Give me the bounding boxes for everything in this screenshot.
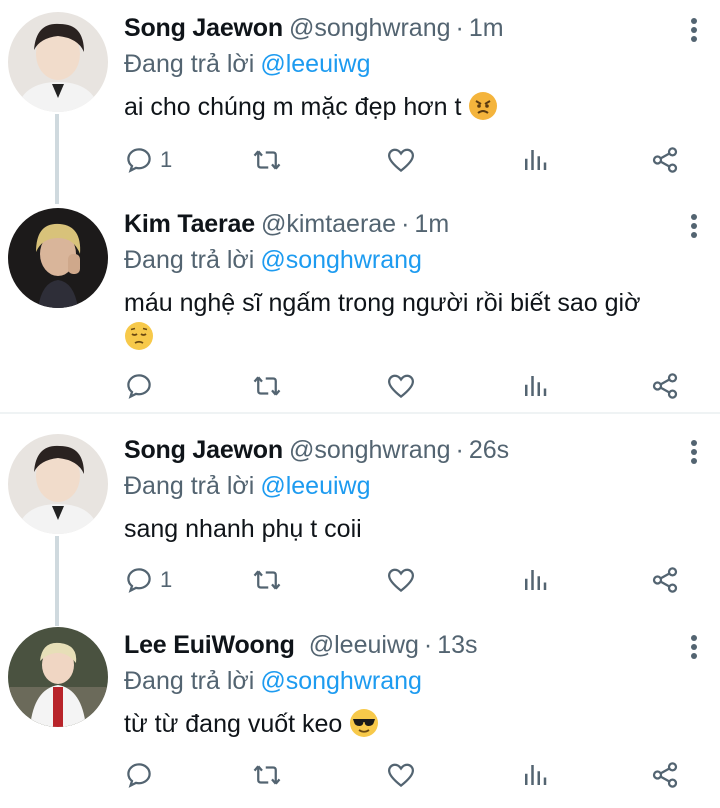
- reply-mention-link[interactable]: @leeuiwg: [260, 472, 370, 500]
- reply-icon: [127, 148, 151, 173]
- reply-button[interactable]: [124, 755, 160, 795]
- timestamp[interactable]: 13s: [437, 631, 477, 659]
- like-button[interactable]: [386, 755, 416, 795]
- reply-mention-link[interactable]: @songhwrang: [260, 667, 422, 695]
- reply-count: 1: [160, 147, 173, 172]
- author-row: Song Jaewon @songhwrang · 26s: [124, 436, 510, 464]
- retweet-icon: [253, 570, 281, 590]
- retweet-icon: [253, 150, 281, 170]
- analytics-icon: [525, 570, 547, 590]
- thread-line: [55, 114, 59, 204]
- analytics-button[interactable]: [520, 755, 550, 795]
- reply-button[interactable]: 1: [124, 560, 172, 600]
- replying-to: Đang trả lời @leeuiwg: [124, 472, 371, 500]
- like-button[interactable]: [386, 366, 416, 406]
- analytics-button[interactable]: [520, 366, 550, 406]
- author-row: Song Jaewon @songhwrang · 1m: [124, 14, 504, 42]
- like-icon: [387, 568, 415, 593]
- share-icon: [652, 373, 678, 399]
- more-options-icon[interactable]: [688, 18, 700, 46]
- retweet-icon: [253, 765, 281, 785]
- reply-icon: [127, 763, 151, 788]
- analytics-icon: [525, 765, 547, 785]
- display-name[interactable]: Song Jaewon: [124, 436, 283, 464]
- like-button[interactable]: [386, 560, 416, 600]
- retweet-button[interactable]: [252, 755, 282, 795]
- author-row: Kim Taerae @kimtaerae · 1m: [124, 210, 450, 238]
- share-icon: [652, 147, 678, 173]
- share-button[interactable]: [650, 560, 680, 600]
- share-icon: [652, 762, 678, 788]
- username[interactable]: @songhwrang: [289, 14, 451, 42]
- timestamp[interactable]: 1m: [414, 210, 449, 238]
- share-icon: [652, 567, 678, 593]
- tweet[interactable]: Song Jaewon @songhwrang · 26s Đang trả lời @…: [0, 422, 720, 626]
- angry-face-icon: [468, 91, 498, 121]
- reply-icon: [127, 374, 151, 399]
- avatar[interactable]: [8, 434, 108, 534]
- tweet[interactable]: Lee EuiWoong @leeuiwg · 13s Đang trả lời @so…: [0, 617, 720, 808]
- username[interactable]: @leeuiwg: [309, 631, 419, 659]
- share-button[interactable]: [650, 140, 680, 180]
- action-bar: [124, 755, 704, 795]
- analytics-icon: [525, 376, 547, 396]
- analytics-icon: [525, 150, 547, 170]
- replying-to: Đang trả lời @songhwrang: [124, 246, 422, 274]
- reply-button[interactable]: 1: [124, 140, 172, 180]
- retweet-button[interactable]: [252, 560, 282, 600]
- pensive-face-icon: [124, 321, 154, 351]
- retweet-icon: [253, 376, 281, 396]
- retweet-button[interactable]: [252, 366, 282, 406]
- tweet-text: sang nhanh phụ t coii: [124, 515, 362, 543]
- action-bar: 1: [124, 140, 704, 180]
- thread-line: [55, 536, 59, 626]
- like-icon: [387, 763, 415, 788]
- replying-to: Đang trả lời @songhwrang: [124, 667, 422, 695]
- retweet-button[interactable]: [252, 140, 282, 180]
- tweet-text: từ từ đang vuốt keo: [124, 707, 694, 741]
- reply-mention-link[interactable]: @leeuiwg: [260, 50, 370, 78]
- action-bar: 1: [124, 560, 704, 600]
- tweet[interactable]: Song Jaewon @songhwrang · 1m Đang trả lời @l…: [0, 0, 720, 204]
- action-bar: [124, 366, 704, 406]
- avatar[interactable]: [8, 12, 108, 112]
- like-icon: [387, 374, 415, 399]
- avatar[interactable]: [8, 627, 108, 727]
- display-name[interactable]: Song Jaewon: [124, 14, 283, 42]
- like-button[interactable]: [386, 140, 416, 180]
- sunglasses-face-icon: [349, 708, 379, 738]
- reply-count: 1: [160, 567, 173, 592]
- analytics-button[interactable]: [520, 140, 550, 180]
- timestamp[interactable]: 26s: [469, 436, 509, 464]
- analytics-button[interactable]: [520, 560, 550, 600]
- reply-button[interactable]: [124, 366, 160, 406]
- more-options-icon[interactable]: [688, 635, 700, 663]
- username[interactable]: @kimtaerae: [261, 210, 396, 238]
- reply-mention-link[interactable]: @songhwrang: [260, 246, 422, 274]
- share-button[interactable]: [650, 366, 680, 406]
- share-button[interactable]: [650, 755, 680, 795]
- author-row: Lee EuiWoong @leeuiwg · 13s: [124, 631, 478, 659]
- replying-to: Đang trả lời @leeuiwg: [124, 50, 371, 78]
- like-icon: [387, 148, 415, 173]
- tweet-text: máu nghệ sĩ ngấm trong người rồi biết sa…: [124, 286, 694, 354]
- more-options-icon[interactable]: [688, 440, 700, 468]
- thread-divider: [0, 412, 720, 414]
- display-name[interactable]: Lee EuiWoong: [124, 631, 295, 659]
- avatar[interactable]: [8, 208, 108, 308]
- reply-icon: [127, 568, 151, 593]
- tweet[interactable]: Kim Taerae @kimtaerae · 1m Đang trả lời @son…: [0, 196, 720, 411]
- display-name[interactable]: Kim Taerae: [124, 210, 255, 238]
- username[interactable]: @songhwrang: [289, 436, 451, 464]
- more-options-icon[interactable]: [688, 214, 700, 242]
- timestamp[interactable]: 1m: [469, 14, 504, 42]
- tweet-text: ai cho chúng m mặc đẹp hơn t: [124, 90, 694, 124]
